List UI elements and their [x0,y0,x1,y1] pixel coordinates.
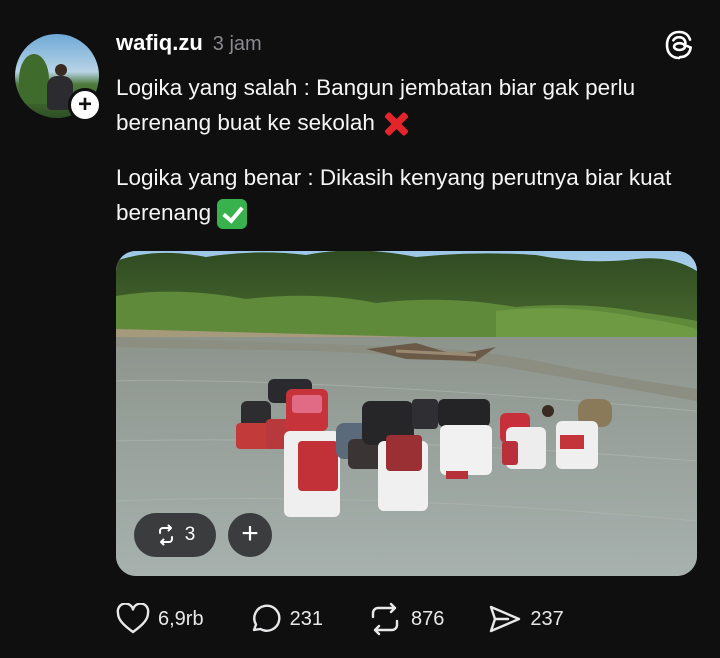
post-paragraph-2-text: Logika yang benar : Dikasih kenyang peru… [116,165,672,225]
post-body: Logika yang salah : Bangun jembatan biar… [116,70,706,230]
post-photo[interactable]: 3 + [116,251,697,576]
repost-count: 876 [410,607,445,630]
avatar-tree [19,54,49,104]
media-repost-count: 3 [184,524,196,545]
repost-small-icon [158,524,173,546]
reply-button[interactable]: 231 [248,603,323,635]
share-button[interactable]: 237 [488,603,564,635]
post-paragraph-1: Logika yang salah : Bangun jembatan biar… [116,70,706,140]
post-paragraph-1-text: Logika yang salah : Bangun jembatan biar… [116,75,636,135]
media-repost-button[interactable]: 3 [134,513,216,557]
like-button[interactable]: 6,9rb [116,603,204,635]
action-bar: 6,9rb 231 876 237 [116,602,608,636]
share-icon [490,605,521,633]
like-count: 6,9rb [158,607,204,630]
repost-icon [371,602,399,636]
post-paragraph-2: Logika yang benar : Dikasih kenyang peru… [116,160,706,230]
check-mark-icon [217,199,248,230]
comment-icon [252,604,281,632]
share-count: 237 [530,607,564,630]
follow-button[interactable]: + [68,88,102,122]
avatar-person-head [55,64,67,76]
media-add-button[interactable]: + [228,513,272,557]
cross-mark-icon [381,109,411,139]
threads-logo-icon[interactable] [662,28,696,62]
repost-button[interactable]: 876 [367,602,444,636]
reply-count: 231 [289,607,323,630]
timestamp: 3 jam [212,33,262,55]
username[interactable]: wafiq.zu [116,30,203,56]
heart-icon [116,603,150,634]
post-header: wafiq.zu 3 jam [116,30,262,56]
